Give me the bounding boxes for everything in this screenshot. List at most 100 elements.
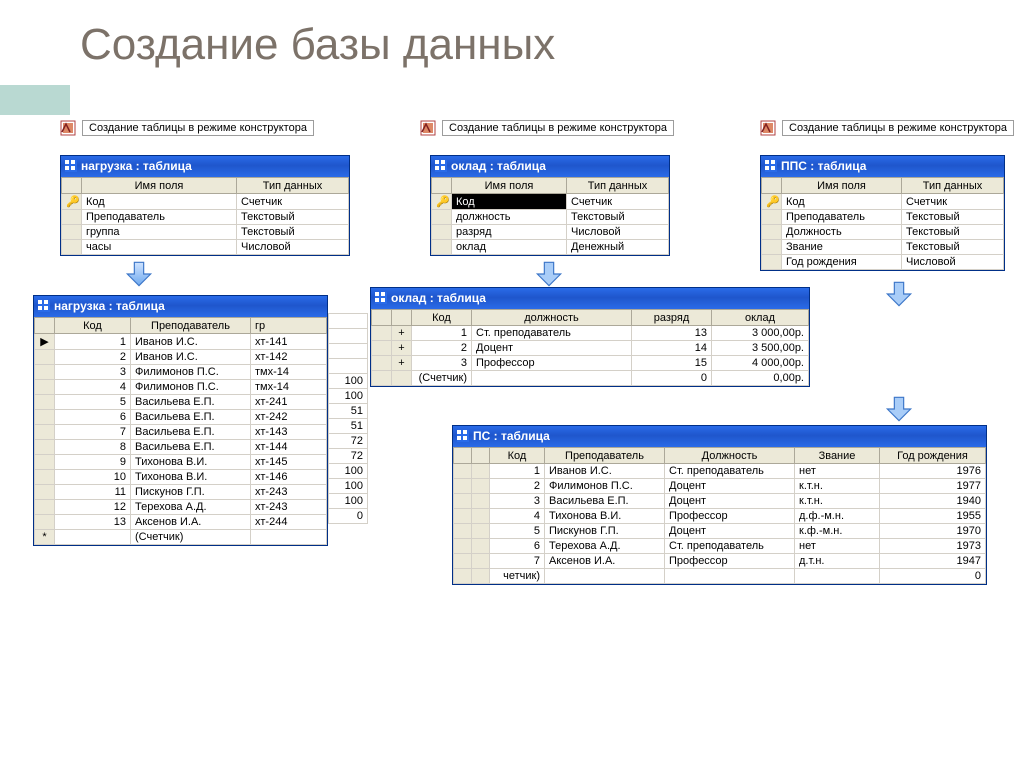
cell[interactable]: хт-144 xyxy=(251,440,327,455)
expand-toggle[interactable]: + xyxy=(392,341,412,356)
cell[interactable]: 5 xyxy=(55,395,131,410)
cell[interactable]: Пискунов Г.П. xyxy=(545,524,665,539)
row-selector[interactable] xyxy=(62,240,82,255)
table-row[interactable]: *(Счетчик) xyxy=(35,530,327,545)
cell[interactable]: д.ф.-м.н. xyxy=(795,509,880,524)
cell[interactable]: хт-243 xyxy=(251,485,327,500)
cell[interactable]: 14 xyxy=(632,341,712,356)
field-name-cell[interactable]: группа xyxy=(82,225,237,240)
row-selector[interactable] xyxy=(454,524,472,539)
window-titlebar[interactable]: оклад : таблица xyxy=(371,288,809,309)
design-row[interactable]: окладДенежный xyxy=(432,240,669,255)
cell[interactable]: 1970 xyxy=(880,524,986,539)
cell[interactable]: 4 xyxy=(490,509,545,524)
table-row[interactable]: 10Тихонова В.И.хт-146 xyxy=(35,470,327,485)
table-row[interactable]: 3Васильева Е.П.Доцентк.т.н.1940 xyxy=(454,494,986,509)
cell[interactable]: Васильева Е.П. xyxy=(545,494,665,509)
cell[interactable]: тмх-14 xyxy=(251,365,327,380)
cell[interactable]: хт-244 xyxy=(251,515,327,530)
cell[interactable]: 3 000,00р. xyxy=(712,326,809,341)
table-row[interactable]: 4Филимонов П.С.тмх-14 xyxy=(35,380,327,395)
cell[interactable]: 5 xyxy=(490,524,545,539)
create-designer-link[interactable]: Создание таблицы в режиме конструктора xyxy=(442,120,674,136)
cell[interactable]: 12 xyxy=(55,500,131,515)
window-titlebar[interactable]: оклад : таблица xyxy=(431,156,669,177)
design-row[interactable]: ПреподавательТекстовый xyxy=(62,210,349,225)
table-row[interactable]: 12Терехова А.Д.хт-243 xyxy=(35,500,327,515)
row-selector[interactable]: 🔑 xyxy=(762,194,782,210)
field-type-cell[interactable]: Текстовый xyxy=(567,210,669,225)
field-type-cell[interactable]: Числовой xyxy=(902,255,1004,270)
field-type-cell[interactable]: Текстовый xyxy=(902,240,1004,255)
field-type-cell[interactable]: Денежный xyxy=(567,240,669,255)
cell[interactable]: 1 xyxy=(490,464,545,479)
cell[interactable]: хт-243 xyxy=(251,500,327,515)
cell[interactable]: 6 xyxy=(55,410,131,425)
cell[interactable] xyxy=(472,371,632,386)
expand-toggle[interactable]: + xyxy=(392,356,412,371)
row-selector[interactable] xyxy=(35,455,55,470)
design-row[interactable]: часыЧисловой xyxy=(62,240,349,255)
row-selector[interactable] xyxy=(454,479,472,494)
cell[interactable]: тмх-14 xyxy=(251,380,327,395)
cell[interactable]: 2 xyxy=(490,479,545,494)
row-selector[interactable]: ▶ xyxy=(35,334,55,350)
cell[interactable] xyxy=(665,569,795,584)
row-selector[interactable] xyxy=(454,569,472,584)
table-row[interactable]: +1Ст. преподаватель133 000,00р. xyxy=(372,326,809,341)
row-selector[interactable] xyxy=(35,470,55,485)
cell[interactable]: д.т.н. xyxy=(795,554,880,569)
cell[interactable] xyxy=(251,530,327,545)
cell[interactable]: 13 xyxy=(632,326,712,341)
field-name-cell[interactable]: Преподаватель xyxy=(82,210,237,225)
cell[interactable]: Тихонова В.И. xyxy=(545,509,665,524)
table-row[interactable]: 2Филимонов П.С.Доцентк.т.н.1977 xyxy=(454,479,986,494)
design-row[interactable]: ЗваниеТекстовый xyxy=(762,240,1004,255)
expand-toggle[interactable] xyxy=(472,539,490,554)
table-row[interactable]: 8Васильева Е.П.хт-144 xyxy=(35,440,327,455)
design-row[interactable]: 🔑КодСчетчик xyxy=(762,194,1004,210)
cell[interactable]: хт-142 xyxy=(251,350,327,365)
cell[interactable]: Доцент xyxy=(665,524,795,539)
design-row[interactable]: ДолжностьТекстовый xyxy=(762,225,1004,240)
field-name-cell[interactable]: Код xyxy=(82,194,237,210)
design-grid[interactable]: Имя поляТип данных 🔑КодСчетчикПреподават… xyxy=(761,177,1004,270)
cell[interactable]: хт-145 xyxy=(251,455,327,470)
cell[interactable]: Васильева Е.П. xyxy=(131,410,251,425)
cell[interactable]: Аксенов И.А. xyxy=(131,515,251,530)
design-window-pps[interactable]: ППС : таблица Имя поляТип данных 🔑КодСче… xyxy=(760,155,1005,271)
row-selector[interactable] xyxy=(35,380,55,395)
row-selector[interactable] xyxy=(62,210,82,225)
field-name-cell[interactable]: часы xyxy=(82,240,237,255)
window-titlebar[interactable]: ППС : таблица xyxy=(761,156,1004,177)
cell[interactable]: Иванов И.С. xyxy=(131,350,251,365)
design-grid[interactable]: Имя поляТип данных 🔑КодСчетчикдолжностьТ… xyxy=(431,177,669,255)
table-row[interactable]: 11Пискунов Г.П.хт-243 xyxy=(35,485,327,500)
table-row[interactable]: +2Доцент143 500,00р. xyxy=(372,341,809,356)
field-name-cell[interactable]: Должность xyxy=(782,225,902,240)
cell[interactable]: 1947 xyxy=(880,554,986,569)
table-row[interactable]: 7Васильева Е.П.хт-143 xyxy=(35,425,327,440)
row-selector[interactable] xyxy=(762,225,782,240)
cell[interactable]: 1940 xyxy=(880,494,986,509)
expand-toggle[interactable] xyxy=(392,371,412,386)
field-name-cell[interactable]: Год рождения xyxy=(782,255,902,270)
cell[interactable]: Васильева Е.П. xyxy=(131,425,251,440)
cell[interactable]: 10 xyxy=(55,470,131,485)
table-row[interactable]: 1Иванов И.С.Ст. преподавательнет1976 xyxy=(454,464,986,479)
cell[interactable]: к.ф.-м.н. xyxy=(795,524,880,539)
cell[interactable]: Профессор xyxy=(472,356,632,371)
cell[interactable]: Ст. преподаватель xyxy=(472,326,632,341)
cell[interactable]: Профессор xyxy=(665,554,795,569)
cell[interactable]: Ст. преподаватель xyxy=(665,539,795,554)
field-name-cell[interactable]: должность xyxy=(452,210,567,225)
row-selector[interactable]: 🔑 xyxy=(432,194,452,210)
cell[interactable]: Профессор xyxy=(665,509,795,524)
cell[interactable]: хт-143 xyxy=(251,425,327,440)
row-selector[interactable] xyxy=(454,554,472,569)
table-row[interactable]: +3Профессор154 000,00р. xyxy=(372,356,809,371)
design-row[interactable]: Год рожденияЧисловой xyxy=(762,255,1004,270)
cell[interactable]: 3 xyxy=(55,365,131,380)
table-row[interactable]: 9Тихонова В.И.хт-145 xyxy=(35,455,327,470)
row-selector[interactable] xyxy=(454,494,472,509)
